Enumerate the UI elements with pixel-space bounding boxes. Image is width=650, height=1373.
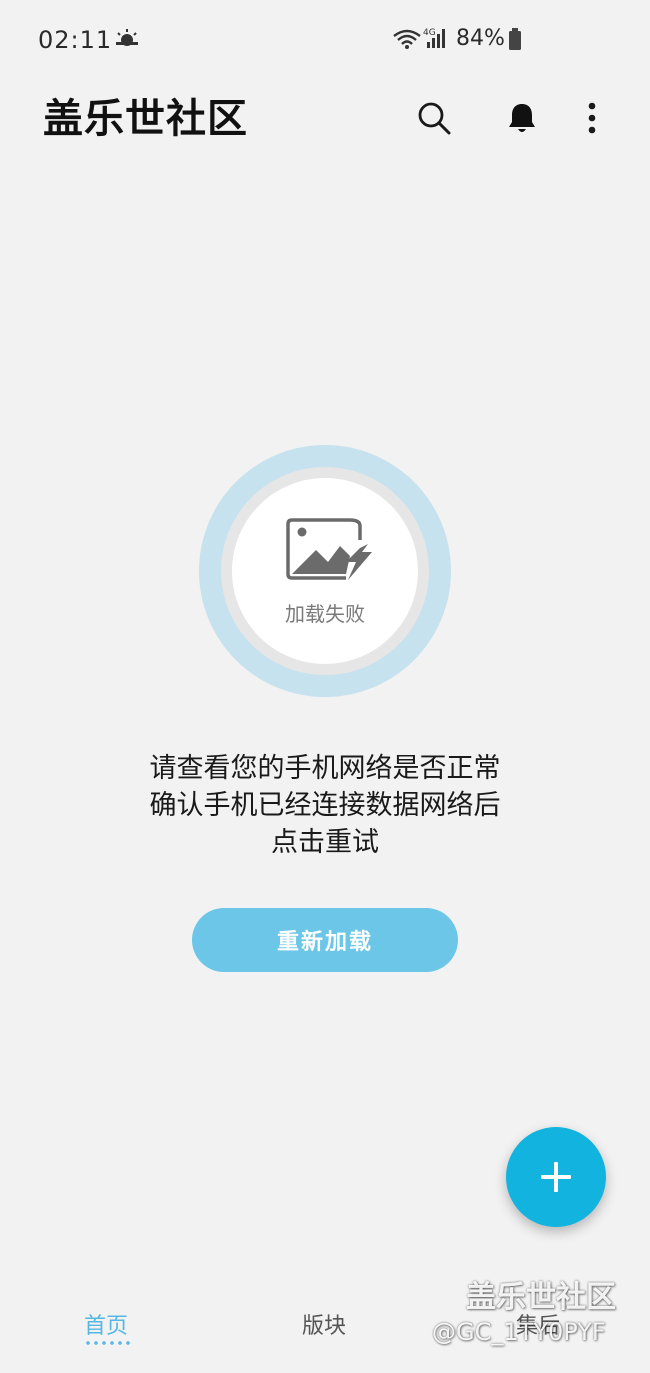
search-button[interactable]	[412, 96, 456, 140]
notifications-button[interactable]	[500, 96, 544, 140]
watermark-user: @GC_1TY0PYF	[432, 1318, 606, 1346]
status-bar: 02:11 4G 84%	[0, 0, 650, 80]
compose-fab[interactable]	[506, 1127, 606, 1227]
error-message-line: 确认手机已经连接数据网络后	[149, 790, 501, 821]
bell-icon	[509, 104, 535, 132]
nav-tab-home[interactable]: 首页	[84, 1308, 128, 1340]
more-options-button[interactable]	[570, 96, 614, 140]
broken-image-icon	[284, 516, 376, 588]
status-time: 02:11	[38, 26, 113, 54]
error-image-label: 加载失败	[285, 602, 365, 626]
plus-icon	[541, 1162, 571, 1192]
weather-icon	[114, 28, 140, 52]
search-icon	[418, 102, 451, 135]
error-message: 请查看您的手机网络是否正常 确认手机已经连接数据网络后 点击重试	[0, 750, 650, 861]
battery-percentage: 84%	[456, 26, 505, 51]
network-type-label: 4G	[423, 28, 436, 38]
battery-icon	[508, 28, 522, 54]
error-message-line: 点击重试	[271, 827, 379, 858]
error-message-line: 请查看您的手机网络是否正常	[149, 753, 501, 784]
more-vert-icon	[588, 102, 596, 134]
wifi-icon	[392, 28, 422, 54]
nav-active-indicator	[84, 1341, 132, 1345]
signal-icon: 4G	[423, 26, 449, 54]
watermark-brand: 盖乐世社区	[466, 1280, 616, 1315]
app-title: 盖乐世社区	[43, 96, 248, 142]
nav-tab-forums[interactable]: 版块	[302, 1308, 346, 1340]
reload-button[interactable]: 重新加载	[192, 908, 458, 972]
